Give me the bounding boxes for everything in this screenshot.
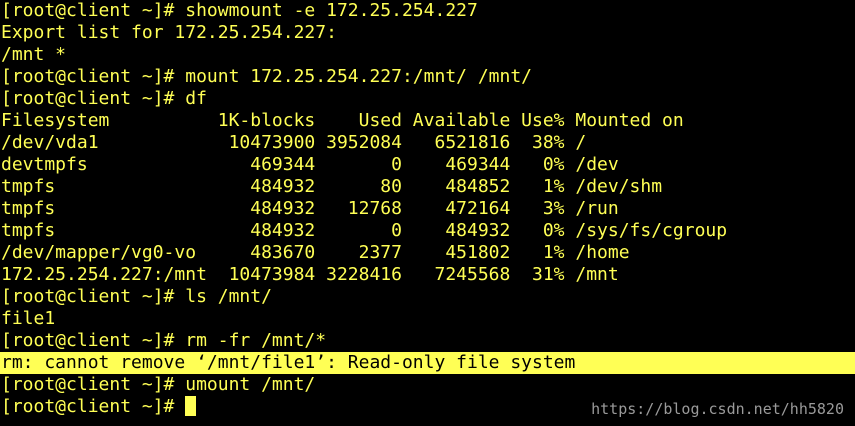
df-table-row: /dev/mapper/vg0-vo 483670 2377 451802 1%… — [1, 242, 630, 263]
watermark-url: https://blog.csdn.net/hh5820 — [591, 400, 844, 418]
terminal-line-export-entry: /mnt * — [1, 44, 67, 65]
terminal-line-mount-command: [root@client ~]# mount 172.25.254.227:/m… — [1, 66, 533, 87]
text-cursor-icon — [185, 396, 197, 416]
terminal-line-selected-error[interactable]: rm: cannot remove ‘/mnt/file1’: Read-onl… — [0, 352, 855, 374]
df-table-header: Filesystem 1K-blocks Used Available Use%… — [1, 110, 684, 131]
terminal-line-showmount-command: [root@client ~]# showmount -e 172.25.254… — [1, 0, 478, 21]
df-table-row: tmpfs 484932 0 484932 0% /sys/fs/cgroup — [1, 220, 728, 241]
terminal-line-export-list-header: Export list for 172.25.254.227: — [1, 22, 337, 43]
df-table-row: tmpfs 484932 80 484852 1% /dev/shm — [1, 176, 663, 197]
df-table-row: devtmpfs 469344 0 469344 0% /dev — [1, 154, 619, 175]
df-table-row: /dev/vda1 10473900 3952084 6521816 38% / — [1, 132, 587, 153]
terminal-line-ls-output: file1 — [1, 308, 56, 329]
terminal-line-rm-command: [root@client ~]# rm -fr /mnt/* — [1, 330, 327, 351]
terminal-window[interactable]: [root@client ~]# showmount -e 172.25.254… — [0, 0, 855, 426]
terminal-line-ls-command: [root@client ~]# ls /mnt/ — [1, 286, 272, 307]
df-table-row: 172.25.254.227:/mnt 10473984 3228416 724… — [1, 264, 619, 285]
terminal-prompt: [root@client ~]# — [1, 396, 186, 417]
terminal-line-df-command: [root@client ~]# df — [1, 88, 207, 109]
terminal-line-umount-command: [root@client ~]# umount /mnt/ — [1, 374, 316, 395]
df-table-row: tmpfs 484932 12768 472164 3% /run — [1, 198, 619, 219]
